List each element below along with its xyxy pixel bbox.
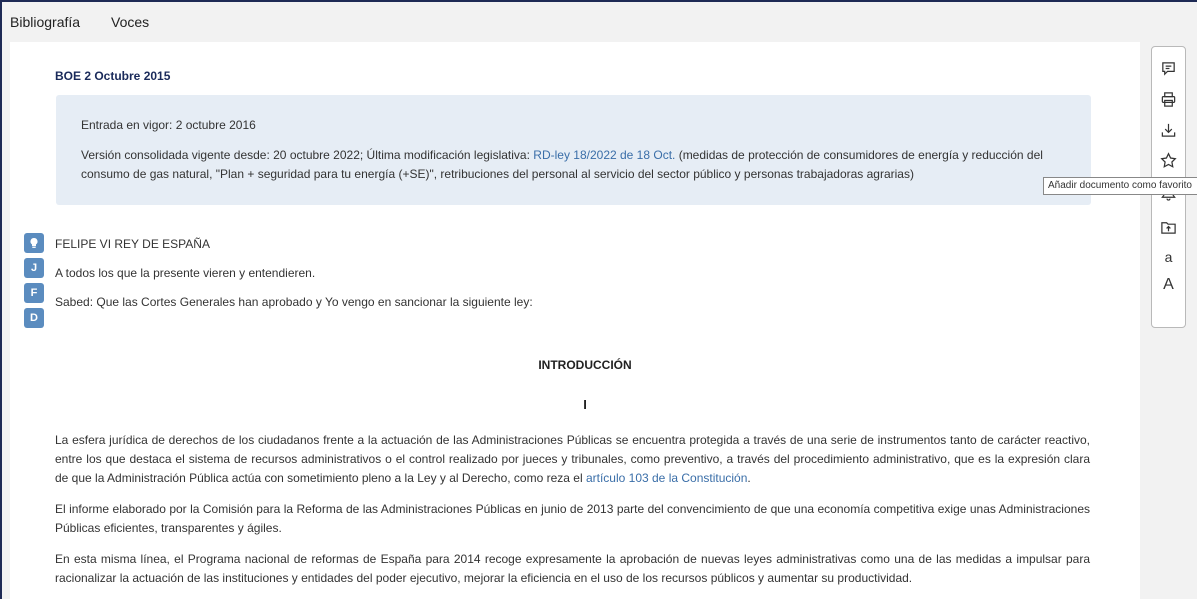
side-badges: J F D — [24, 233, 44, 333]
document-header: BOE 2 Octubre 2015 — [55, 69, 171, 83]
paragraph-1-end: . — [747, 471, 751, 485]
download-button[interactable] — [1152, 122, 1185, 139]
badge-j[interactable]: J — [24, 258, 44, 278]
folder-upload-icon — [1161, 222, 1176, 234]
version-info: Versión consolidada vigente desde: 20 oc… — [81, 146, 1066, 184]
print-button[interactable] — [1152, 91, 1185, 108]
document-content: BOE 2 Octubre 2015 Entrada en vigor: 2 o… — [10, 42, 1140, 599]
lightbulb-badge[interactable] — [24, 233, 44, 253]
entrada-vigor: Entrada en vigor: 2 octubre 2016 — [81, 118, 256, 132]
info-box: Entrada en vigor: 2 octubre 2016 Versión… — [56, 95, 1091, 205]
nav-bibliografia[interactable]: Bibliografía — [10, 14, 80, 30]
favorite-button[interactable] — [1152, 152, 1185, 169]
version-link[interactable]: RD-ley 18/2022 de 18 Oct. — [533, 148, 675, 162]
section-heading: INTRODUCCIÓN — [538, 358, 632, 372]
font-decrease-button[interactable]: a — [1152, 249, 1185, 265]
lightbulb-icon — [30, 237, 38, 248]
badge-d[interactable]: D — [24, 308, 44, 328]
comment-button[interactable] — [1152, 60, 1185, 77]
paragraph-1: La esfera jurídica de derechos de los ci… — [55, 431, 1090, 488]
intro-line: A todos los que la presente vieren y ent… — [55, 266, 316, 280]
top-nav: Bibliografía Voces — [2, 2, 1197, 42]
download-icon — [1161, 123, 1176, 137]
app-frame: Bibliografía Voces BOE 2 Octubre 2015 En… — [0, 0, 1197, 599]
nav-voces[interactable]: Voces — [111, 14, 149, 30]
badge-f[interactable]: F — [24, 283, 44, 303]
intro-line: Sabed: Que las Cortes Generales han apro… — [55, 295, 533, 309]
comment-icon — [1162, 62, 1175, 76]
favorite-tooltip: Añadir documento como favorito — [1043, 177, 1197, 195]
paragraph-1-text: La esfera jurídica de derechos de los ci… — [55, 433, 1090, 485]
font-increase-button[interactable]: A — [1152, 276, 1185, 294]
intro-lines: FELIPE VI REY DE ESPAÑA A todos los que … — [55, 236, 533, 323]
version-prefix: Versión consolidada vigente desde: 20 oc… — [81, 148, 534, 162]
folder-button[interactable] — [1152, 219, 1185, 236]
print-icon — [1161, 92, 1176, 107]
paragraph-2: El informe elaborado por la Comisión par… — [55, 502, 1090, 535]
intro-line: FELIPE VI REY DE ESPAÑA — [55, 237, 210, 251]
constitution-link[interactable]: artículo 103 de la Constitución — [586, 471, 747, 485]
star-icon — [1160, 152, 1177, 168]
paragraph-3: En esta misma línea, el Programa naciona… — [55, 552, 1090, 585]
section-roman: I — [583, 397, 587, 412]
